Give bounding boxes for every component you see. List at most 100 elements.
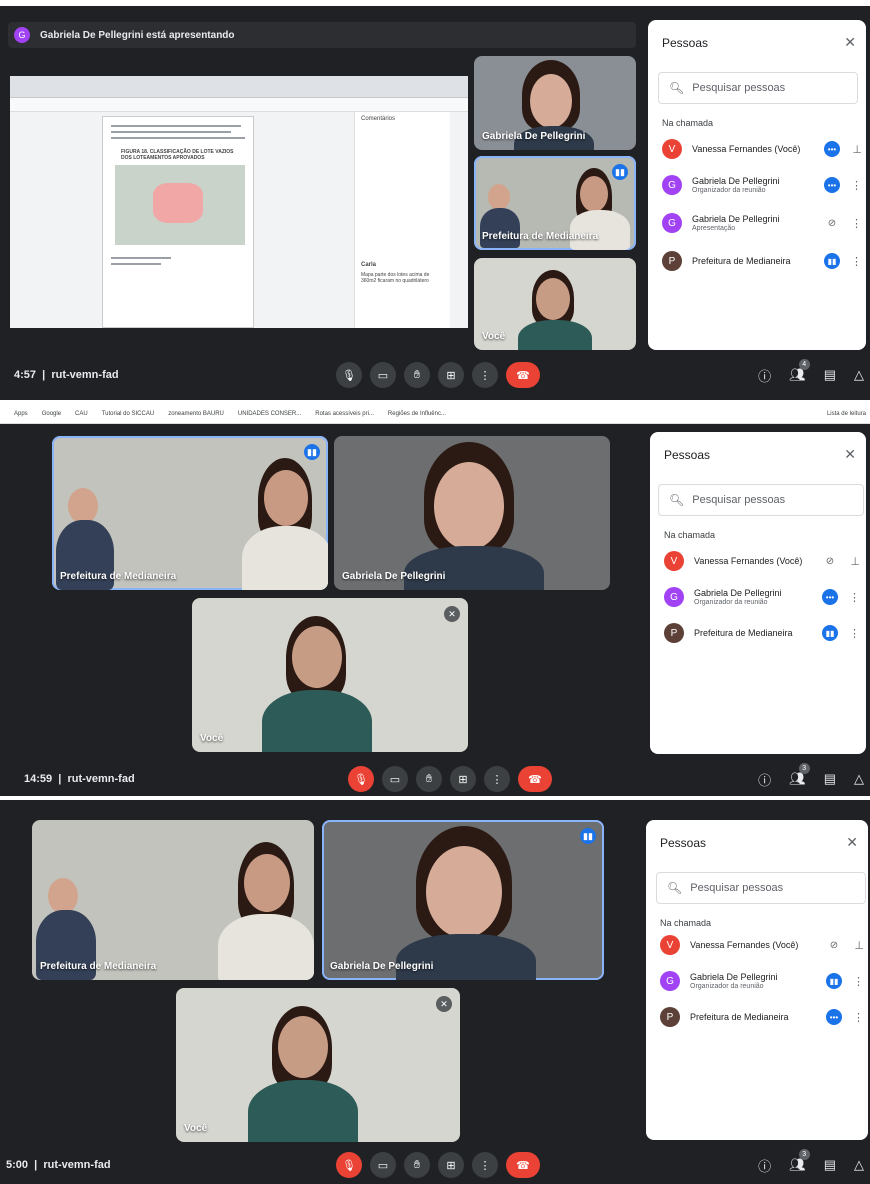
- participant-row[interactable]: G Gabriela De Pellegrini Apresentação ⊘ ⋮: [662, 208, 862, 238]
- tile-name: Você: [184, 1123, 208, 1134]
- participant-row[interactable]: P Prefeitura de Medianeira ••• ⋮: [660, 1002, 864, 1032]
- bookmark[interactable]: Apps: [14, 411, 28, 417]
- comment-text: Mapa parte dos lotes acima de 360m2 fica…: [361, 272, 430, 284]
- mic-off-icon: ✕: [444, 606, 460, 622]
- video-tile-gabriela[interactable]: Gabriela De Pellegrini: [474, 56, 636, 150]
- pin-icon[interactable]: ⊥: [838, 555, 860, 568]
- more-options-icon[interactable]: ⋮: [840, 217, 862, 230]
- more-options-icon[interactable]: ⋮: [472, 1152, 498, 1178]
- camera-icon[interactable]: ▭: [370, 1152, 396, 1178]
- video-tile-self[interactable]: ✕ Você: [176, 988, 460, 1142]
- close-icon[interactable]: ✕: [844, 34, 856, 51]
- more-options-icon[interactable]: ⋮: [842, 1011, 864, 1024]
- participant-row[interactable]: V Vanessa Fernandes (Você) ⊘ ⊥: [664, 546, 860, 576]
- more-options-icon[interactable]: ⋮: [838, 591, 860, 604]
- mic-off-icon: ✕: [436, 996, 452, 1012]
- control-bar: 5:00 | rut-vemn-fad 🎙︎ ▭ ✋︎ ⊞ ⋮ ☎︎ ⓘ 👥︎ 3…: [0, 1146, 870, 1184]
- pin-icon[interactable]: ⊥: [840, 143, 862, 156]
- participant-row[interactable]: P Prefeitura de Medianeira ▮▮ ⋮: [664, 618, 860, 648]
- mic-off-icon[interactable]: 🎙︎: [336, 1152, 362, 1178]
- avatar: P: [664, 623, 684, 643]
- video-tile-prefeitura[interactable]: ▮▮ Prefeitura de Medianeira: [52, 436, 328, 590]
- people-panel: Pessoas ✕ 🔍︎ Pesquisar pessoas Na chamad…: [650, 432, 866, 754]
- meet-screenshot-2: Apps Google CAU Tutorial do SICCAU zonea…: [0, 404, 870, 796]
- participant-row[interactable]: V Vanessa Fernandes (Você) ⊘ ⊥: [660, 930, 864, 960]
- bookmark[interactable]: Lista de leitura: [827, 411, 866, 417]
- more-dots-icon: •••: [822, 589, 838, 605]
- tile-name: Prefeitura de Medianeira: [60, 571, 177, 582]
- info-icon[interactable]: ⓘ: [758, 1156, 771, 1175]
- video-tile-gabriela[interactable]: ▮▮ Gabriela De Pellegrini: [322, 820, 604, 980]
- video-tile-self[interactable]: ✕ Você: [192, 598, 468, 752]
- search-people-input[interactable]: 🔍︎ Pesquisar pessoas: [658, 484, 864, 516]
- more-options-icon[interactable]: ⋮: [840, 255, 862, 268]
- participant-row[interactable]: G Gabriela De Pellegrini Organizador da r…: [662, 170, 862, 200]
- avatar: V: [662, 139, 682, 159]
- more-options-icon[interactable]: ⋮: [484, 766, 510, 792]
- speaking-icon: ▮▮: [304, 444, 320, 460]
- avatar: G: [662, 175, 682, 195]
- bookmark[interactable]: Google: [42, 411, 61, 417]
- participant-row[interactable]: G Gabriela De Pellegrini Organizador da r…: [664, 582, 860, 612]
- mic-off-icon: ⊘: [829, 939, 839, 951]
- raise-hand-icon[interactable]: ✋︎: [404, 362, 430, 388]
- meeting-info: 4:57 | rut-vemn-fad: [14, 369, 119, 381]
- video-tile-prefeitura[interactable]: ▮▮ Prefeitura de Medianeira: [474, 156, 636, 250]
- bookmark[interactable]: Rotas acessíveis pri...: [315, 411, 374, 417]
- mic-off-icon[interactable]: 🎙︎: [348, 766, 374, 792]
- more-options-icon[interactable]: ⋮: [472, 362, 498, 388]
- chat-icon[interactable]: ▤: [824, 771, 836, 787]
- browser-toolbar: [10, 76, 468, 98]
- people-panel: Pessoas ✕ 🔍︎ Pesquisar pessoas Na chamad…: [648, 20, 866, 350]
- bookmark[interactable]: CAU: [75, 411, 88, 417]
- avatar: G: [664, 587, 684, 607]
- pin-icon[interactable]: ⊥: [842, 939, 864, 952]
- activities-icon[interactable]: △: [854, 771, 864, 787]
- participant-row[interactable]: P Prefeitura de Medianeira ▮▮ ⋮: [662, 246, 862, 276]
- activities-icon[interactable]: △: [854, 1157, 864, 1173]
- bookmark[interactable]: UNIDADES CONSER...: [238, 411, 301, 417]
- avatar: P: [662, 251, 682, 271]
- raise-hand-icon[interactable]: ✋︎: [416, 766, 442, 792]
- map-image: [115, 165, 245, 245]
- camera-icon[interactable]: ▭: [382, 766, 408, 792]
- present-icon[interactable]: ⊞: [438, 362, 464, 388]
- close-icon[interactable]: ✕: [844, 446, 856, 463]
- close-icon[interactable]: ✕: [846, 834, 858, 851]
- activities-icon[interactable]: △: [854, 367, 864, 383]
- chat-icon[interactable]: ▤: [824, 1157, 836, 1173]
- avatar: V: [660, 935, 680, 955]
- bookmark[interactable]: zoneamento BAURU: [168, 411, 224, 417]
- section-label: Na chamada: [662, 118, 714, 128]
- people-icon[interactable]: 👥︎ 4: [789, 359, 810, 383]
- end-call-icon[interactable]: ☎︎: [506, 1152, 540, 1178]
- info-icon[interactable]: ⓘ: [758, 366, 771, 385]
- avatar: G: [662, 213, 682, 233]
- bookmark[interactable]: Tutorial do SICCAU: [102, 411, 154, 417]
- search-people-input[interactable]: 🔍︎ Pesquisar pessoas: [658, 72, 858, 104]
- present-icon[interactable]: ⊞: [438, 1152, 464, 1178]
- more-options-icon[interactable]: ⋮: [838, 627, 860, 640]
- video-tile-prefeitura[interactable]: Prefeitura de Medianeira: [32, 820, 314, 980]
- more-options-icon[interactable]: ⋮: [840, 179, 862, 192]
- bookmark[interactable]: Regiões de Influênc...: [388, 411, 446, 417]
- raise-hand-icon[interactable]: ✋︎: [404, 1152, 430, 1178]
- video-tile-self[interactable]: Você: [474, 258, 636, 350]
- people-icon[interactable]: 👥︎ 3: [789, 763, 810, 787]
- end-call-icon[interactable]: ☎︎: [518, 766, 552, 792]
- end-call-icon[interactable]: ☎︎: [506, 362, 540, 388]
- mic-icon[interactable]: 🎙︎: [336, 362, 362, 388]
- video-tile-gabriela[interactable]: Gabriela De Pellegrini: [334, 436, 610, 590]
- comments-title: Comentários: [361, 116, 396, 122]
- chat-icon[interactable]: ▤: [824, 367, 836, 383]
- presenter-avatar: G: [14, 27, 30, 43]
- people-icon[interactable]: 👥︎ 3: [789, 1149, 810, 1173]
- participant-row[interactable]: G Gabriela De Pellegrini Organizador da r…: [660, 966, 864, 996]
- participant-row[interactable]: V Vanessa Fernandes (Você) ••• ⊥: [662, 134, 862, 164]
- search-people-input[interactable]: 🔍︎ Pesquisar pessoas: [656, 872, 866, 904]
- more-options-icon[interactable]: ⋮: [842, 975, 864, 988]
- tile-name: Gabriela De Pellegrini: [482, 131, 586, 142]
- camera-icon[interactable]: ▭: [370, 362, 396, 388]
- present-icon[interactable]: ⊞: [450, 766, 476, 792]
- info-icon[interactable]: ⓘ: [758, 770, 771, 789]
